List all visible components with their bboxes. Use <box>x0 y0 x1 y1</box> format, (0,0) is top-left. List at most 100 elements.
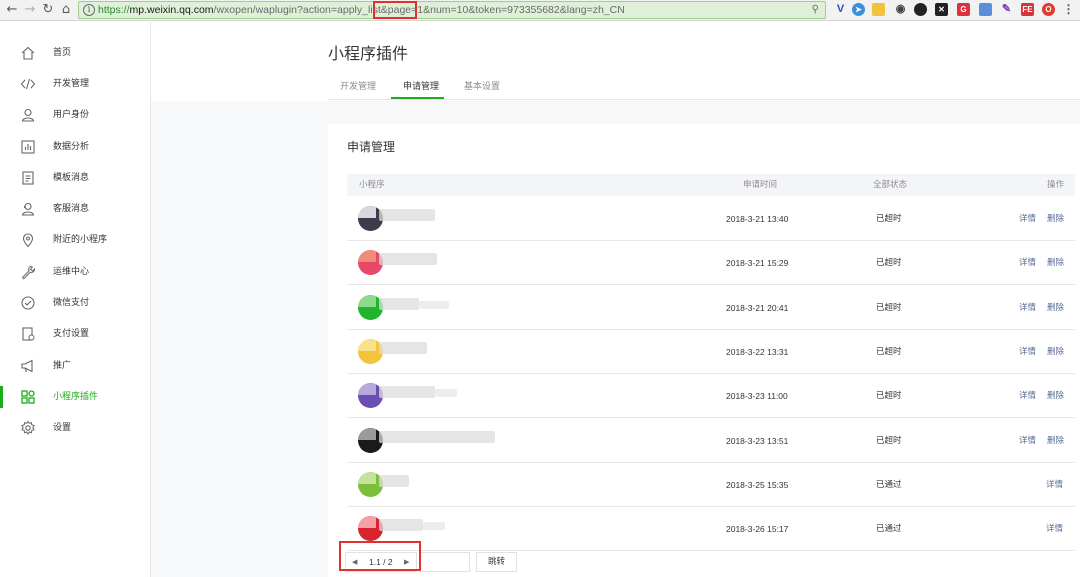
detail-link[interactable]: 详情 <box>1019 303 1036 314</box>
sidebar-item-wechat-pay[interactable]: 微信支付 <box>0 288 150 319</box>
delete-link[interactable]: 删除 <box>1047 303 1064 314</box>
delete-link[interactable]: 删除 <box>1047 347 1064 358</box>
delete-link[interactable]: 删除 <box>1047 436 1064 447</box>
table-row: 2018-3-21 13:40 已超时 详情 删除 <box>347 197 1075 241</box>
gear-icon <box>21 420 35 435</box>
location-pin-icon <box>22 233 34 248</box>
redacted-name <box>379 474 409 487</box>
extension-g-icon[interactable]: G <box>957 3 970 16</box>
table-row: 2018-3-23 13:51 已超时 详情 删除 <box>347 419 1075 463</box>
sidebar-item-template-msg[interactable]: 模板消息 <box>0 163 150 194</box>
sidebar-item-label: 微信支付 <box>53 298 90 308</box>
document-icon <box>22 171 34 185</box>
avatar-overlay <box>358 206 376 218</box>
detail-link[interactable]: 详情 <box>1019 258 1036 269</box>
detail-link[interactable]: 详情 <box>1019 347 1036 358</box>
sidebar-item-label: 模板消息 <box>53 173 90 183</box>
status-badge: 已超时 <box>876 214 902 224</box>
sidebar-item-settings[interactable]: 设置 <box>0 413 150 444</box>
extension-pen-icon[interactable]: ✎ <box>1000 3 1013 16</box>
sidebar-item-user[interactable]: 用户身份 <box>0 100 150 131</box>
extension-flame-icon[interactable]: ◉ <box>894 3 907 16</box>
extension-circle-icon[interactable] <box>914 3 927 16</box>
info-icon[interactable]: i <box>83 4 95 16</box>
extension-fe-icon[interactable]: FE <box>1021 3 1034 16</box>
redacted-name <box>419 300 449 309</box>
table-row: 2018-3-21 20:41 已超时 详情 删除 <box>347 286 1075 330</box>
status-badge: 已超时 <box>876 346 902 357</box>
sidebar-item-pay-settings[interactable]: 支付设置 <box>0 319 150 350</box>
status-badge: 已通过 <box>876 479 902 490</box>
delete-link[interactable]: 删除 <box>1047 258 1064 269</box>
sidebar-item-promotion[interactable]: 推广 <box>0 351 150 382</box>
detail-link[interactable]: 详情 <box>1019 436 1036 447</box>
table-header: 小程序 申请时间 全部状态 操作 <box>347 174 1075 196</box>
tab-apply-management[interactable]: 申请管理 <box>403 81 439 93</box>
sidebar-item-ops[interactable]: 运维中心 <box>0 257 150 288</box>
apply-panel: 申请管理 小程序 申请时间 全部状态 操作 2018-3-21 13:40 已超时… <box>328 124 1080 577</box>
user-icon <box>21 108 35 122</box>
sidebar-item-analytics[interactable]: 数据分析 <box>0 132 150 163</box>
extension-calendar-icon[interactable] <box>979 3 992 16</box>
avatar-overlay <box>358 250 376 263</box>
detail-link[interactable]: 详情 <box>1046 480 1063 491</box>
sidebar-item-customer-service[interactable]: 客服消息 <box>0 194 150 225</box>
arrow-left-icon[interactable]: ← <box>4 2 20 18</box>
menu-icon[interactable]: ⋮ <box>1062 3 1075 16</box>
table-row: 2018-3-26 15:17 已通过 详情 <box>347 507 1075 552</box>
status-badge: 已超时 <box>876 391 902 402</box>
sidebar-item-label: 设置 <box>53 423 72 433</box>
status-badge: 已超时 <box>876 435 902 446</box>
extension-opera-icon[interactable]: O <box>1042 3 1055 16</box>
avatar-overlay <box>358 427 376 440</box>
sidebar-item-dev[interactable]: 开发管理 <box>0 69 150 100</box>
detail-link[interactable]: 详情 <box>1019 214 1036 225</box>
extension-v-icon[interactable]: V <box>834 3 847 16</box>
sidebar-item-mini-plugin[interactable]: 小程序插件 <box>0 382 150 413</box>
reload-icon[interactable]: ↻ <box>40 2 56 18</box>
page-title: 小程序插件 <box>328 44 409 63</box>
sidebar-item-label: 数据分析 <box>53 142 90 152</box>
redacted-name <box>379 253 437 266</box>
tab-active-indicator <box>391 97 444 99</box>
extension-compass-icon[interactable]: ➤ <box>852 3 865 16</box>
table-row: 2018-3-21 15:29 已超时 详情 删除 <box>347 241 1075 286</box>
redacted-name <box>379 386 435 399</box>
detail-link[interactable]: 详情 <box>1019 391 1036 402</box>
extension-note-icon[interactable] <box>872 3 885 16</box>
apply-time: 2018-3-23 11:00 <box>726 391 788 402</box>
tab-basic-settings[interactable]: 基本设置 <box>464 81 500 93</box>
address-bar[interactable]: i https://mp.weixin.qq.com/wxopen/waplug… <box>78 1 826 19</box>
redacted-name <box>379 297 419 310</box>
sidebar-item-nearby[interactable]: 附近的小程序 <box>0 225 150 256</box>
home-icon <box>21 46 35 60</box>
sidebar-item-home[interactable]: 首页 <box>0 38 150 69</box>
status-filter-dropdown[interactable]: 全部状态 <box>873 180 907 191</box>
status-badge: 已通过 <box>876 524 902 535</box>
delete-link[interactable]: 删除 <box>1047 214 1064 225</box>
sidebar-item-label: 支付设置 <box>53 329 90 339</box>
page-jump-input[interactable] <box>420 552 470 572</box>
arrow-right-icon[interactable]: → <box>22 2 38 18</box>
magnifier-icon[interactable]: ⚲ <box>812 4 819 15</box>
extension-x-icon[interactable]: ✕ <box>935 3 948 16</box>
tab-dev-management[interactable]: 开发管理 <box>340 81 376 93</box>
sidebar-item-label: 客服消息 <box>53 204 90 214</box>
browser-toolbar: ← → ↻ ⌂ i https://mp.weixin.qq.com/wxope… <box>0 0 1080 21</box>
delete-link[interactable]: 删除 <box>1047 391 1064 402</box>
home-icon[interactable]: ⌂ <box>58 2 74 18</box>
avatar-overlay <box>358 471 376 484</box>
avatar-overlay <box>358 338 376 351</box>
detail-link[interactable]: 详情 <box>1046 524 1063 535</box>
avatar-overlay <box>358 383 376 396</box>
apply-time: 2018-3-26 15:17 <box>726 524 789 535</box>
redacted-name <box>379 519 423 532</box>
status-badge: 已超时 <box>876 302 902 313</box>
table-row: 2018-3-25 15:35 已通过 详情 <box>347 463 1075 507</box>
sidebar-item-label: 小程序插件 <box>53 392 99 402</box>
apply-time: 2018-3-23 13:51 <box>726 435 789 446</box>
sidebar: 首页 开发管理 用户身份 数据分析 模板消息 客服消息 附近的小程序 运维中心 … <box>0 22 151 577</box>
sidebar-item-label: 推广 <box>53 361 72 371</box>
jump-button[interactable]: 跳转 <box>476 552 517 572</box>
redacted-name <box>379 341 427 354</box>
